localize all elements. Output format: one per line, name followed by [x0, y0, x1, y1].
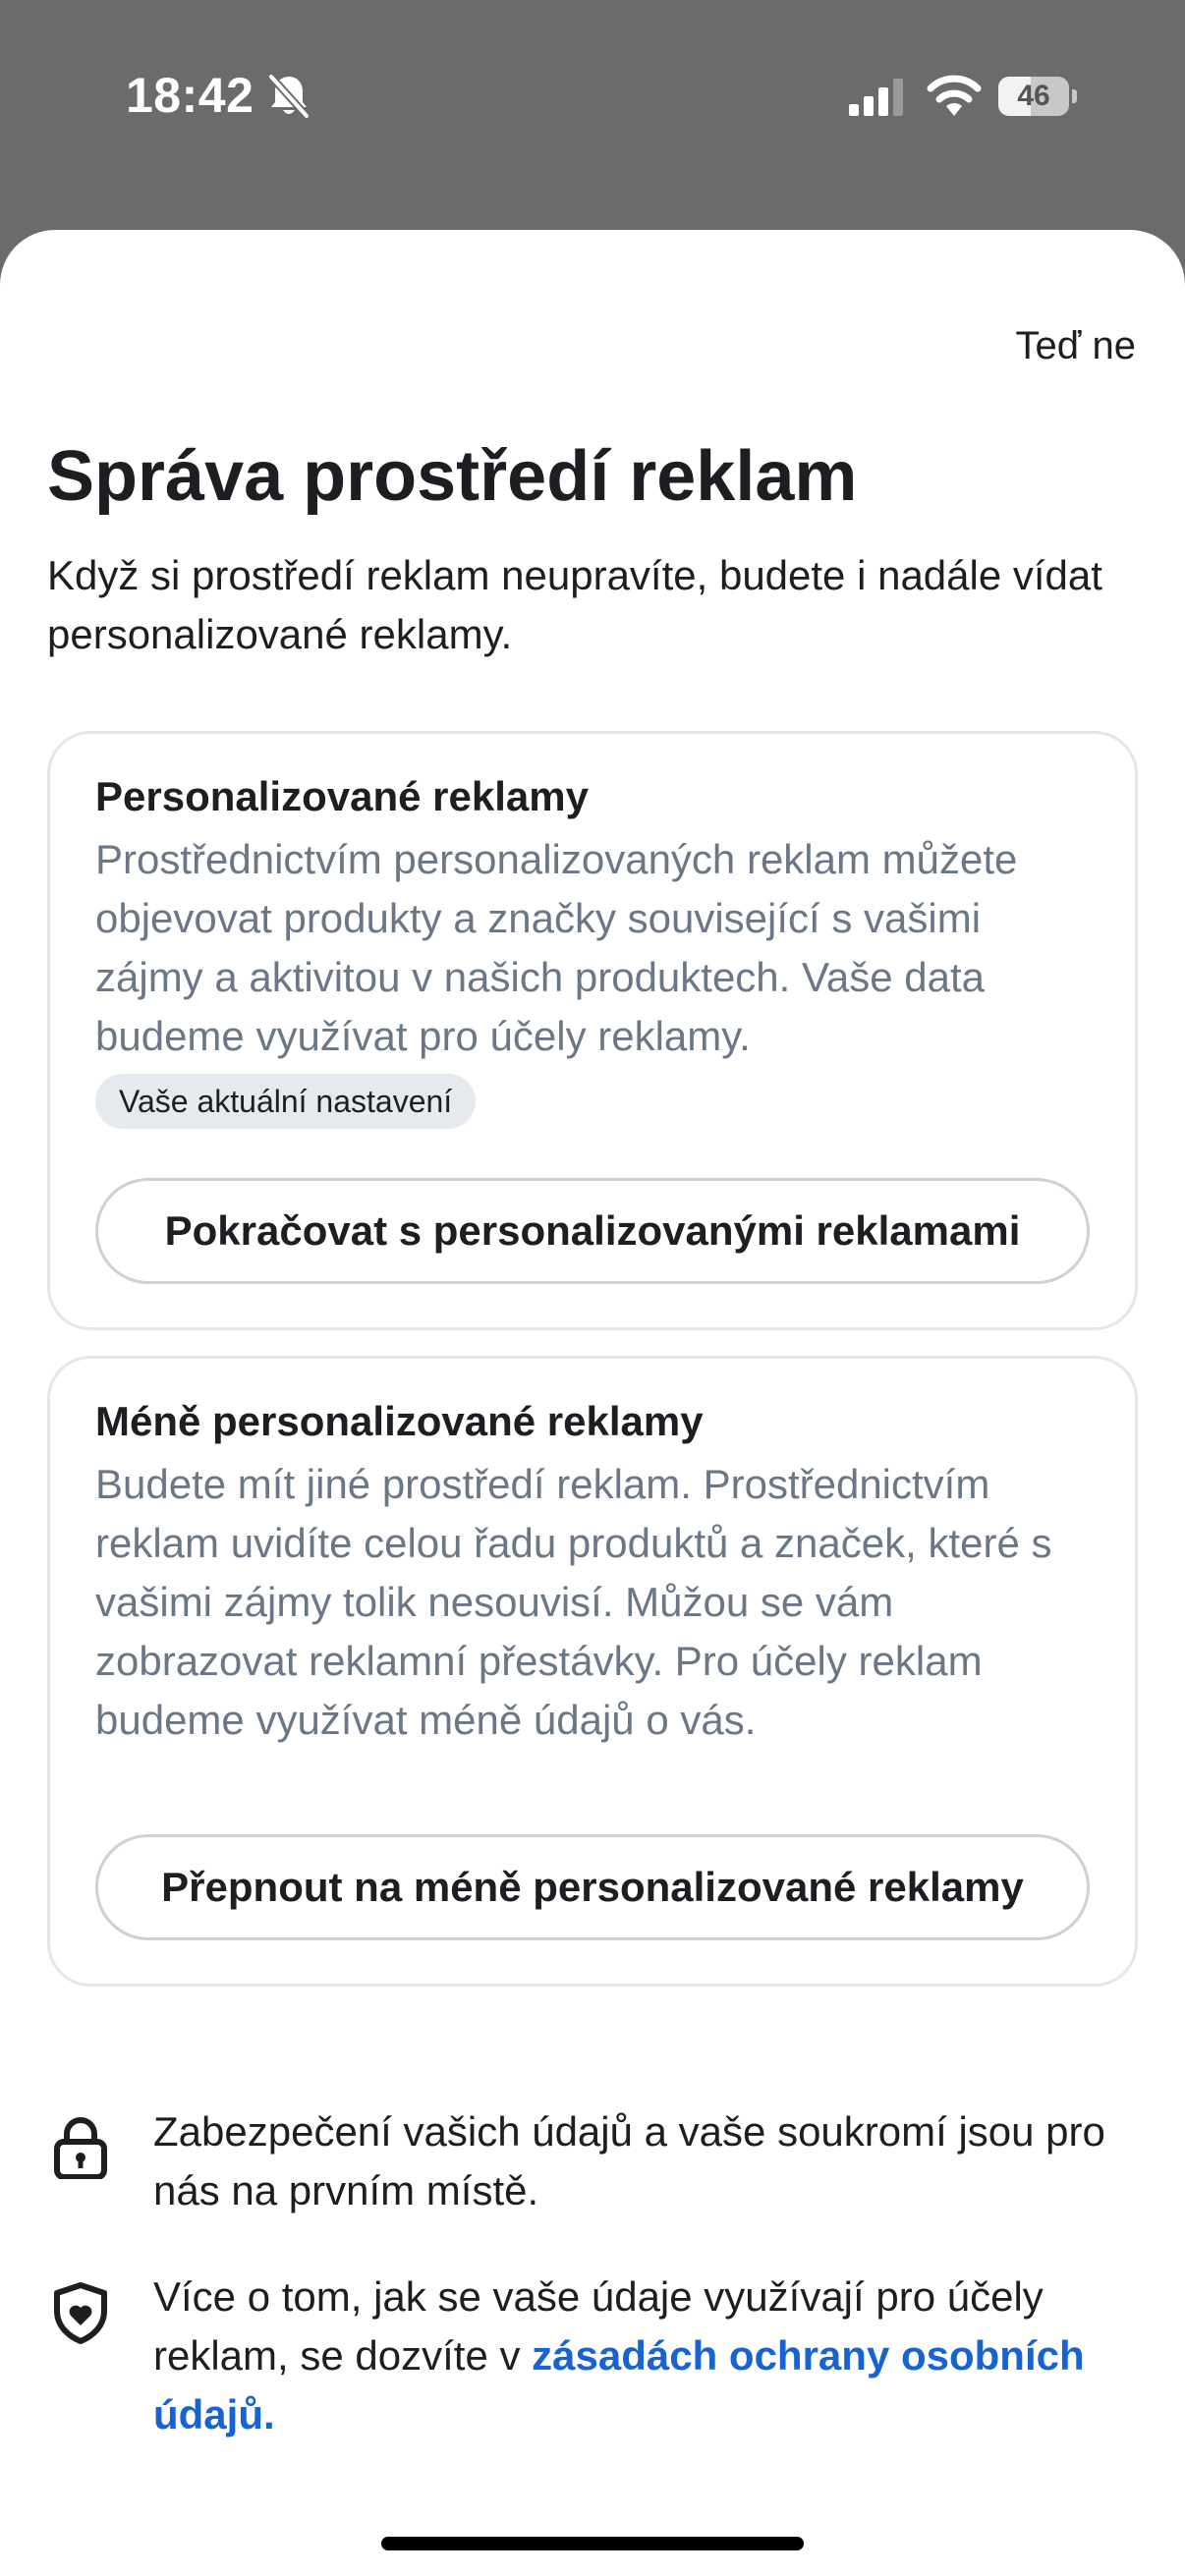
card-title: Personalizované reklamy: [95, 773, 589, 819]
current-setting-badge: Vaše aktuální nastavení: [95, 1074, 477, 1129]
lock-icon: [54, 2117, 107, 2179]
privacy-text: Zabezpečení vašich údajů a vaše soukromí…: [153, 2108, 1105, 2213]
ads-settings-sheet: Teď ne Správa prostředí reklam Když si p…: [0, 230, 1185, 2576]
continue-personalized-button[interactable]: Pokračovat s personalizovanými reklamami: [95, 1178, 1090, 1284]
battery-icon: 46: [998, 77, 1077, 116]
card-description: Budete mít jiné prostředí reklam. Prostř…: [95, 1461, 1052, 1743]
status-bar: 18:42 46: [0, 0, 1185, 196]
policy-text: Více o tom, jak se vaše údaje využívají …: [153, 2268, 1146, 2444]
less-personalized-ads-card: Méně personalizované reklamy Budete mít …: [47, 1356, 1138, 1987]
home-indicator[interactable]: [381, 2537, 804, 2550]
bell-slash-icon: [268, 74, 310, 119]
switch-less-personalized-button[interactable]: Přepnout na méně personalizované reklamy: [95, 1834, 1090, 1940]
wifi-icon: [927, 75, 982, 116]
not-now-button[interactable]: Teď ne: [1016, 324, 1136, 368]
page-title: Správa prostředí reklam: [47, 437, 858, 516]
page-subtitle: Když si prostředí reklam neupravíte, bud…: [47, 552, 1102, 657]
shield-icon: [54, 2282, 107, 2344]
battery-percentage: 46: [1017, 80, 1050, 112]
status-time: 18:42: [126, 68, 254, 123]
card-title: Méně personalizované reklamy: [95, 1398, 704, 1444]
signal-icon: [849, 79, 903, 116]
personalized-ads-card: Personalizované reklamy Prostřednictvím …: [47, 731, 1138, 1330]
card-description: Prostřednictvím personalizovaných reklam…: [95, 836, 1018, 1059]
